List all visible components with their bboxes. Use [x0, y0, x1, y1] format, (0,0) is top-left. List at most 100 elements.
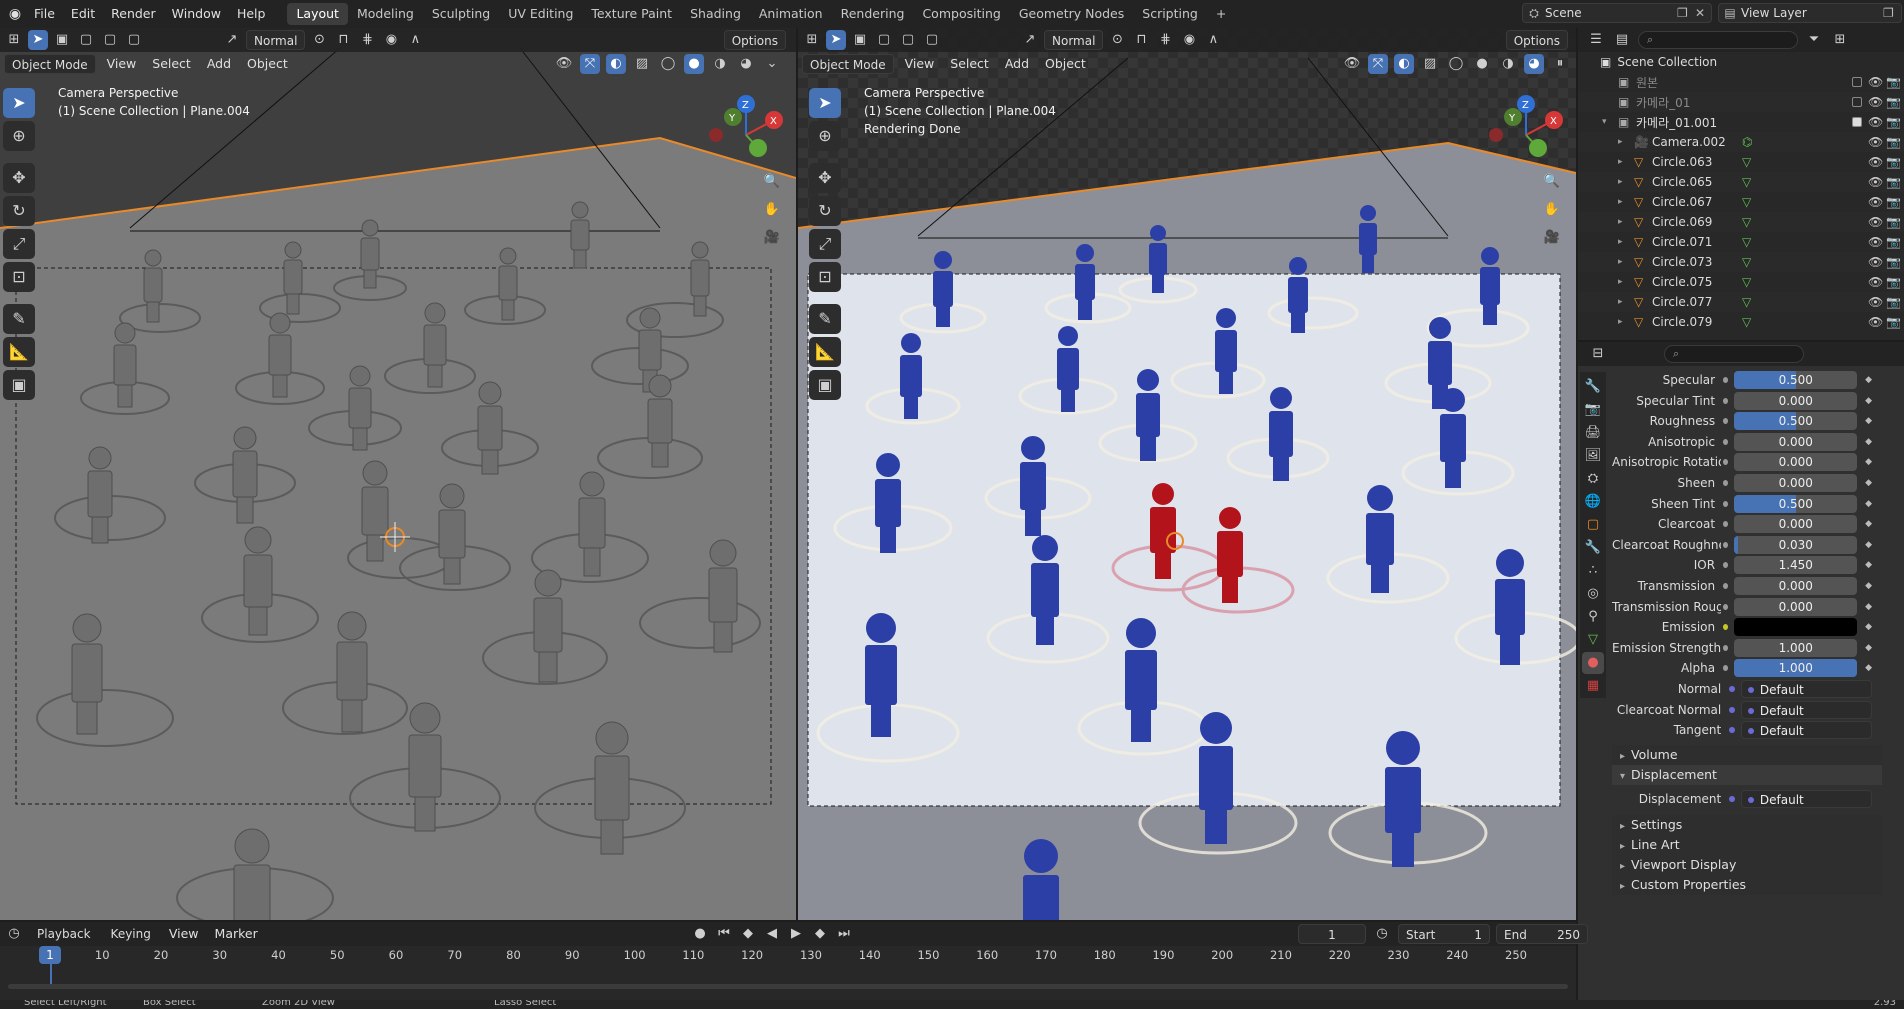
eye-icon[interactable]: 👁 — [1868, 275, 1883, 289]
blender-logo-icon[interactable]: ◉ — [4, 6, 26, 22]
property-field[interactable]: Default — [1740, 680, 1872, 698]
measure-tool-icon[interactable]: 📐 — [3, 337, 35, 367]
render-camera-icon[interactable]: 📷 — [1886, 95, 1901, 109]
timeline-view-menu[interactable]: View — [164, 924, 204, 944]
outliner-row[interactable]: ▸ ▽ Circle.065 ▽ 👁 📷 — [1578, 172, 1904, 192]
expand-arrow-icon[interactable]: ▸ — [1618, 257, 1623, 267]
socket-dot-icon[interactable] — [1723, 541, 1729, 548]
eye-icon[interactable]: 👁 — [1868, 195, 1883, 209]
jump-start-icon[interactable]: ⏮ — [714, 924, 734, 944]
play-reverse-icon[interactable]: ◀ — [762, 924, 782, 944]
right-viewport[interactable] — [798, 28, 1576, 920]
timeline-ruler[interactable]: 1102030405060708090100110120130140150160… — [0, 946, 1576, 984]
menu-help[interactable]: Help — [229, 0, 274, 28]
snap-icon[interactable]: ⊓ — [333, 30, 353, 50]
socket-dot-icon[interactable] — [1723, 624, 1729, 631]
menu-render[interactable]: Render — [103, 0, 164, 28]
render-camera-icon[interactable]: 📷 — [1886, 295, 1901, 309]
keyframe-dot-icon[interactable]: ◆ — [1865, 540, 1872, 550]
snap-icon[interactable]: ⊓ — [1131, 30, 1151, 50]
cursor-tool-icon[interactable]: ⊕ — [809, 121, 841, 151]
keyframe-dot-icon[interactable]: ◆ — [1865, 643, 1872, 653]
shading-dropdown-icon[interactable]: ⌄ — [762, 54, 782, 74]
pan-hand-icon[interactable]: ✋ — [762, 200, 782, 220]
select-extend-icon[interactable]: ▢ — [874, 30, 894, 50]
socket-dot-icon[interactable] — [1723, 644, 1729, 651]
proportional-edit-icon[interactable]: ◉ — [381, 30, 401, 50]
tab-layout[interactable]: Layout — [287, 3, 348, 25]
timeline-scrollbar[interactable] — [8, 984, 1568, 989]
socket-dot-icon[interactable] — [1723, 521, 1729, 528]
keyframe-dot-icon[interactable]: ◆ — [1865, 396, 1872, 406]
eye-icon[interactable]: 👁 — [1868, 115, 1883, 129]
select-box-tool-icon[interactable]: ➤ — [809, 88, 841, 118]
mode-dropdown[interactable]: Object Mode — [4, 54, 96, 74]
cursor-tool-icon[interactable]: ⊕ — [3, 121, 35, 151]
left-viewport[interactable] — [0, 28, 796, 920]
expand-arrow-icon[interactable]: ▸ — [1618, 237, 1623, 247]
add-cube-tool-icon[interactable]: ▣ — [809, 370, 841, 400]
current-frame-field[interactable]: 1 — [1298, 924, 1366, 944]
visibility-icon[interactable]: 👁 — [554, 54, 574, 74]
particles-tab-icon[interactable]: ∴ — [1582, 560, 1604, 582]
scale-tool-icon[interactable]: ⤢ — [809, 229, 841, 259]
constraints-tab-icon[interactable]: ⚲ — [1582, 606, 1604, 628]
eye-icon[interactable]: 👁 — [1868, 175, 1883, 189]
keyframe-dot-icon[interactable]: ◆ — [1865, 560, 1872, 570]
shading-rendered-icon[interactable]: ◕ — [736, 54, 756, 74]
menu-add[interactable]: Add — [1000, 54, 1034, 74]
tab-compositing[interactable]: Compositing — [913, 3, 1009, 25]
property-field[interactable]: 0.000 — [1734, 432, 1858, 451]
outliner-row[interactable]: ▸ ▽ Circle.067 ▽ 👁 📷 — [1578, 192, 1904, 212]
render-camera-icon[interactable]: 📷 — [1886, 175, 1901, 189]
keying-dropdown[interactable]: Keying — [104, 924, 158, 944]
outliner-row[interactable]: ▸ ▽ Circle.069 ▽ 👁 📷 — [1578, 212, 1904, 232]
keyframe-dot-icon[interactable]: ◆ — [1865, 581, 1872, 591]
tab-geometry-nodes[interactable]: Geometry Nodes — [1010, 3, 1133, 25]
expand-arrow-icon[interactable]: ▸ — [1618, 297, 1623, 307]
editor-type-icon[interactable]: ⊞ — [4, 30, 24, 50]
properties-editor-icon[interactable]: ⊟ — [1588, 344, 1608, 364]
expand-arrow-icon[interactable]: ▸ — [1618, 317, 1623, 327]
playhead[interactable]: 1 — [39, 946, 61, 964]
measure-tool-icon[interactable]: 📐 — [809, 337, 841, 367]
keyframe-dot-icon[interactable]: ◆ — [1865, 375, 1872, 385]
shading-material-icon[interactable]: ◑ — [710, 54, 730, 74]
camera-view-icon[interactable]: 🎥 — [762, 228, 782, 248]
outliner-row[interactable]: ▣ 원본 👁 📷 — [1578, 72, 1904, 92]
socket-dot-icon[interactable] — [1723, 603, 1729, 610]
outliner-row[interactable]: ▸ ▽ Circle.075 ▽ 👁 📷 — [1578, 272, 1904, 292]
end-frame-field[interactable]: End 250 — [1496, 924, 1588, 944]
outliner-editor-icon[interactable]: ☰ — [1586, 30, 1606, 50]
socket-dot-icon[interactable] — [1723, 459, 1729, 466]
filter-icon[interactable]: ⏷ — [1804, 30, 1824, 50]
socket-dot-icon[interactable] — [1723, 583, 1729, 589]
eye-icon[interactable]: 👁 — [1868, 135, 1883, 149]
gizmo-toggle-icon[interactable]: ⤧ — [1368, 54, 1388, 74]
render-camera-icon[interactable]: 📷 — [1886, 155, 1901, 169]
property-field[interactable]: 1.450 — [1734, 556, 1858, 575]
output-tab-icon[interactable]: 🖨 — [1582, 422, 1604, 444]
view-layer-selector[interactable]: ▤ View Layer ❐ — [1718, 3, 1902, 23]
render-camera-icon[interactable]: 📷 — [1886, 115, 1901, 129]
view-layer-tab-icon[interactable]: 🖼 — [1582, 445, 1604, 467]
select-subtract-icon[interactable]: ▢ — [898, 30, 918, 50]
material-tab-icon[interactable]: ● — [1582, 652, 1604, 674]
add-cube-tool-icon[interactable]: ▣ — [3, 370, 35, 400]
menu-object[interactable]: Object — [242, 54, 293, 74]
overlay-toggle-icon[interactable]: ◐ — [606, 54, 626, 74]
eye-icon[interactable]: 👁 — [1868, 95, 1883, 109]
socket-dot-icon[interactable] — [1723, 562, 1729, 569]
keyframe-dot-icon[interactable]: ◆ — [1865, 437, 1872, 447]
select-subtract-icon[interactable]: ▢ — [100, 30, 120, 50]
pan-hand-icon[interactable]: ✋ — [1542, 200, 1562, 220]
outliner-row[interactable]: ▸ ▽ Circle.079 ▽ 👁 📷 — [1578, 312, 1904, 332]
socket-dot-icon[interactable] — [1723, 397, 1729, 404]
annotate-tool-icon[interactable]: ✎ — [809, 304, 841, 334]
shading-rendered-icon[interactable]: ◕ — [1524, 54, 1544, 74]
new-collection-icon[interactable]: ⊞ — [1830, 30, 1850, 50]
property-field[interactable]: 0.000 — [1734, 515, 1858, 534]
expand-arrow-icon[interactable]: ▸ — [1618, 137, 1623, 147]
shading-wireframe-icon[interactable]: ◯ — [658, 54, 678, 74]
outliner-row[interactable]: ▸ ▽ Circle.063 ▽ 👁 📷 — [1578, 152, 1904, 172]
